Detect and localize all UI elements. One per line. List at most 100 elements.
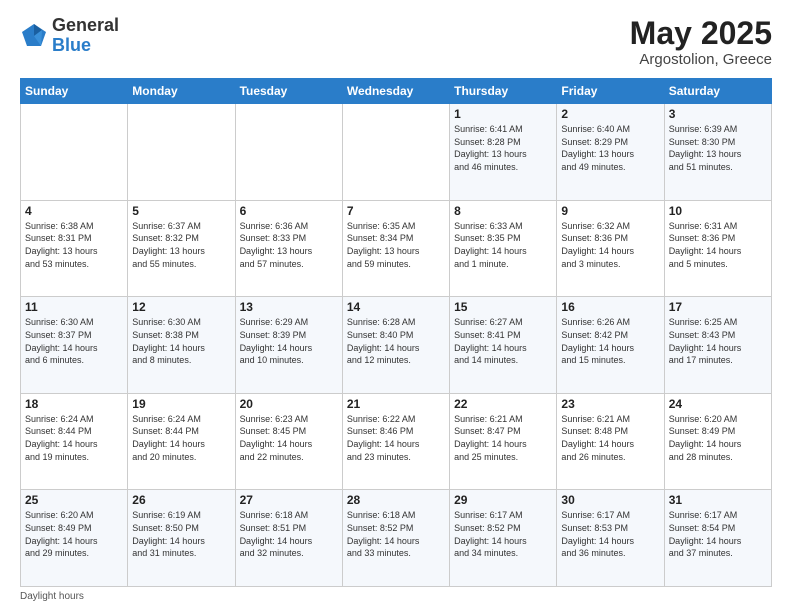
day-number: 23 bbox=[561, 397, 659, 411]
footer-note: Daylight hours bbox=[20, 591, 772, 602]
week-row-4: 18Sunrise: 6:24 AM Sunset: 8:44 PM Dayli… bbox=[21, 393, 772, 490]
day-info: Sunrise: 6:27 AM Sunset: 8:41 PM Dayligh… bbox=[454, 316, 552, 366]
day-number: 25 bbox=[25, 493, 123, 507]
day-info: Sunrise: 6:25 AM Sunset: 8:43 PM Dayligh… bbox=[669, 316, 767, 366]
day-cell: 1 Sunrise: 6:41 AM Sunset: 8:28 PM Daylig… bbox=[450, 104, 557, 201]
weekday-header-row: SundayMondayTuesdayWednesdayThursdayFrid… bbox=[21, 79, 772, 104]
day-cell: 20 Sunrise: 6:23 AM Sunset: 8:45 PM Dayli… bbox=[235, 393, 342, 490]
day-info: Sunrise: 6:40 AM Sunset: 8:29 PM Dayligh… bbox=[561, 123, 659, 173]
day-cell: 5Sunrise: 6:37 AM Sunset: 8:32 PM Daylig… bbox=[128, 200, 235, 297]
logo-icon bbox=[20, 22, 48, 50]
logo-general: General bbox=[52, 15, 119, 35]
day-info: Sunrise: 6:24 AM Sunset: 8:44 PM Dayligh… bbox=[132, 413, 230, 463]
week-row-5: 25 Sunrise: 6:20 AM Sunset: 8:49 PM Dayli… bbox=[21, 490, 772, 587]
day-cell bbox=[235, 104, 342, 201]
weekday-header-thursday: Thursday bbox=[450, 79, 557, 104]
day-number: 16 bbox=[561, 300, 659, 314]
day-number: 29 bbox=[454, 493, 552, 507]
day-number: 8 bbox=[454, 204, 552, 218]
day-number: 14 bbox=[347, 300, 445, 314]
day-cell: 6Sunrise: 6:36 AM Sunset: 8:33 PM Daylig… bbox=[235, 200, 342, 297]
logo-blue: Blue bbox=[52, 35, 91, 55]
week-row-3: 11 Sunrise: 6:30 AM Sunset: 8:37 PM Dayli… bbox=[21, 297, 772, 394]
day-cell: 18Sunrise: 6:24 AM Sunset: 8:44 PM Dayli… bbox=[21, 393, 128, 490]
day-number: 2 bbox=[561, 107, 659, 121]
day-number: 20 bbox=[240, 397, 338, 411]
day-cell: 14 Sunrise: 6:28 AM Sunset: 8:40 PM Dayli… bbox=[342, 297, 449, 394]
day-info: Sunrise: 6:17 AM Sunset: 8:52 PM Dayligh… bbox=[454, 509, 552, 559]
day-number: 31 bbox=[669, 493, 767, 507]
day-cell: 31Sunrise: 6:17 AM Sunset: 8:54 PM Dayli… bbox=[664, 490, 771, 587]
day-cell: 25 Sunrise: 6:20 AM Sunset: 8:49 PM Dayli… bbox=[21, 490, 128, 587]
day-info: Sunrise: 6:18 AM Sunset: 8:51 PM Dayligh… bbox=[240, 509, 338, 559]
calendar-table: SundayMondayTuesdayWednesdayThursdayFrid… bbox=[20, 78, 772, 587]
day-number: 19 bbox=[132, 397, 230, 411]
day-info: Sunrise: 6:30 AM Sunset: 8:37 PM Dayligh… bbox=[25, 316, 123, 366]
day-info: Sunrise: 6:35 AM Sunset: 8:34 PM Dayligh… bbox=[347, 220, 445, 270]
day-number: 3 bbox=[669, 107, 767, 121]
weekday-header-saturday: Saturday bbox=[664, 79, 771, 104]
day-cell: 10 Sunrise: 6:31 AM Sunset: 8:36 PM Dayli… bbox=[664, 200, 771, 297]
day-info: Sunrise: 6:23 AM Sunset: 8:45 PM Dayligh… bbox=[240, 413, 338, 463]
day-info: Sunrise: 6:31 AM Sunset: 8:36 PM Dayligh… bbox=[669, 220, 767, 270]
header: General Blue May 2025 Argostolion, Greec… bbox=[20, 16, 772, 68]
day-number: 26 bbox=[132, 493, 230, 507]
day-info: Sunrise: 6:32 AM Sunset: 8:36 PM Dayligh… bbox=[561, 220, 659, 270]
day-number: 22 bbox=[454, 397, 552, 411]
day-info: Sunrise: 6:21 AM Sunset: 8:47 PM Dayligh… bbox=[454, 413, 552, 463]
day-info: Sunrise: 6:39 AM Sunset: 8:30 PM Dayligh… bbox=[669, 123, 767, 173]
day-cell: 8Sunrise: 6:33 AM Sunset: 8:35 PM Daylig… bbox=[450, 200, 557, 297]
day-info: Sunrise: 6:30 AM Sunset: 8:38 PM Dayligh… bbox=[132, 316, 230, 366]
day-info: Sunrise: 6:20 AM Sunset: 8:49 PM Dayligh… bbox=[669, 413, 767, 463]
day-cell: 29 Sunrise: 6:17 AM Sunset: 8:52 PM Dayli… bbox=[450, 490, 557, 587]
title-block: May 2025 Argostolion, Greece bbox=[630, 16, 772, 68]
location: Argostolion, Greece bbox=[630, 51, 772, 68]
day-cell: 24Sunrise: 6:20 AM Sunset: 8:49 PM Dayli… bbox=[664, 393, 771, 490]
day-info: Sunrise: 6:26 AM Sunset: 8:42 PM Dayligh… bbox=[561, 316, 659, 366]
day-cell: 12 Sunrise: 6:30 AM Sunset: 8:38 PM Dayli… bbox=[128, 297, 235, 394]
day-cell: 13 Sunrise: 6:29 AM Sunset: 8:39 PM Dayli… bbox=[235, 297, 342, 394]
day-cell: 19 Sunrise: 6:24 AM Sunset: 8:44 PM Dayli… bbox=[128, 393, 235, 490]
day-cell: 2 Sunrise: 6:40 AM Sunset: 8:29 PM Daylig… bbox=[557, 104, 664, 201]
weekday-header-wednesday: Wednesday bbox=[342, 79, 449, 104]
day-number: 10 bbox=[669, 204, 767, 218]
day-cell: 23Sunrise: 6:21 AM Sunset: 8:48 PM Dayli… bbox=[557, 393, 664, 490]
day-info: Sunrise: 6:24 AM Sunset: 8:44 PM Dayligh… bbox=[25, 413, 123, 463]
day-number: 28 bbox=[347, 493, 445, 507]
day-info: Sunrise: 6:29 AM Sunset: 8:39 PM Dayligh… bbox=[240, 316, 338, 366]
day-info: Sunrise: 6:28 AM Sunset: 8:40 PM Dayligh… bbox=[347, 316, 445, 366]
day-cell: 21Sunrise: 6:22 AM Sunset: 8:46 PM Dayli… bbox=[342, 393, 449, 490]
day-number: 1 bbox=[454, 107, 552, 121]
day-number: 4 bbox=[25, 204, 123, 218]
day-cell: 27 Sunrise: 6:18 AM Sunset: 8:51 PM Dayli… bbox=[235, 490, 342, 587]
day-cell: 22 Sunrise: 6:21 AM Sunset: 8:47 PM Dayli… bbox=[450, 393, 557, 490]
day-cell bbox=[21, 104, 128, 201]
day-number: 11 bbox=[25, 300, 123, 314]
day-info: Sunrise: 6:22 AM Sunset: 8:46 PM Dayligh… bbox=[347, 413, 445, 463]
day-cell: 26Sunrise: 6:19 AM Sunset: 8:50 PM Dayli… bbox=[128, 490, 235, 587]
page: General Blue May 2025 Argostolion, Greec… bbox=[0, 0, 792, 612]
day-cell bbox=[128, 104, 235, 201]
day-cell: 9 Sunrise: 6:32 AM Sunset: 8:36 PM Daylig… bbox=[557, 200, 664, 297]
day-info: Sunrise: 6:41 AM Sunset: 8:28 PM Dayligh… bbox=[454, 123, 552, 173]
day-info: Sunrise: 6:18 AM Sunset: 8:52 PM Dayligh… bbox=[347, 509, 445, 559]
day-number: 5 bbox=[132, 204, 230, 218]
day-number: 27 bbox=[240, 493, 338, 507]
day-number: 12 bbox=[132, 300, 230, 314]
day-info: Sunrise: 6:20 AM Sunset: 8:49 PM Dayligh… bbox=[25, 509, 123, 559]
day-number: 9 bbox=[561, 204, 659, 218]
day-cell: 15 Sunrise: 6:27 AM Sunset: 8:41 PM Dayli… bbox=[450, 297, 557, 394]
day-number: 30 bbox=[561, 493, 659, 507]
month-year: May 2025 bbox=[630, 16, 772, 51]
day-number: 17 bbox=[669, 300, 767, 314]
day-info: Sunrise: 6:38 AM Sunset: 8:31 PM Dayligh… bbox=[25, 220, 123, 270]
day-number: 13 bbox=[240, 300, 338, 314]
logo-text: General Blue bbox=[52, 16, 119, 56]
day-cell: 28 Sunrise: 6:18 AM Sunset: 8:52 PM Dayli… bbox=[342, 490, 449, 587]
day-cell: 30Sunrise: 6:17 AM Sunset: 8:53 PM Dayli… bbox=[557, 490, 664, 587]
logo: General Blue bbox=[20, 16, 119, 56]
day-number: 15 bbox=[454, 300, 552, 314]
weekday-header-friday: Friday bbox=[557, 79, 664, 104]
week-row-1: 1 Sunrise: 6:41 AM Sunset: 8:28 PM Daylig… bbox=[21, 104, 772, 201]
day-cell: 3 Sunrise: 6:39 AM Sunset: 8:30 PM Daylig… bbox=[664, 104, 771, 201]
